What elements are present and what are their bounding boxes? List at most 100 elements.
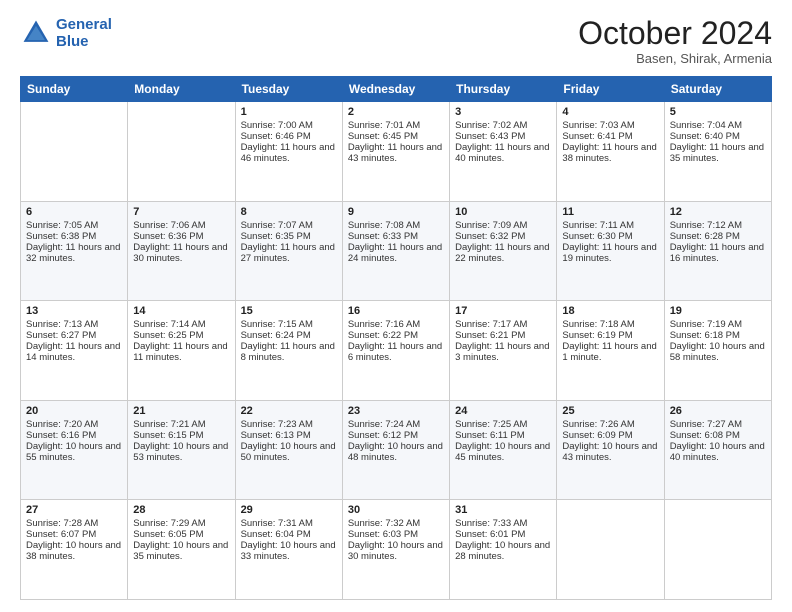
daylight-text: Daylight: 11 hours and 32 minutes. (26, 242, 122, 264)
calendar-week-row: 20 Sunrise: 7:20 AM Sunset: 6:16 PM Dayl… (21, 400, 772, 500)
daylight-text: Daylight: 11 hours and 11 minutes. (133, 341, 229, 363)
sunset-text: Sunset: 6:04 PM (241, 529, 337, 540)
daylight-text: Daylight: 11 hours and 40 minutes. (455, 142, 551, 164)
day-number: 12 (670, 206, 766, 218)
daylight-text: Daylight: 11 hours and 22 minutes. (455, 242, 551, 264)
calendar-cell: 10 Sunrise: 7:09 AM Sunset: 6:32 PM Dayl… (450, 201, 557, 301)
day-number: 7 (133, 206, 229, 218)
sunrise-text: Sunrise: 7:28 AM (26, 518, 122, 529)
calendar-cell: 2 Sunrise: 7:01 AM Sunset: 6:45 PM Dayli… (342, 102, 449, 202)
title-block: October 2024 Basen, Shirak, Armenia (578, 16, 772, 66)
calendar-cell: 30 Sunrise: 7:32 AM Sunset: 6:03 PM Dayl… (342, 500, 449, 600)
day-number: 16 (348, 305, 444, 317)
calendar-cell: 13 Sunrise: 7:13 AM Sunset: 6:27 PM Dayl… (21, 301, 128, 401)
calendar-cell: 18 Sunrise: 7:18 AM Sunset: 6:19 PM Dayl… (557, 301, 664, 401)
calendar-table: SundayMondayTuesdayWednesdayThursdayFrid… (20, 76, 772, 600)
day-number: 2 (348, 106, 444, 118)
sunrise-text: Sunrise: 7:14 AM (133, 319, 229, 330)
day-number: 24 (455, 405, 551, 417)
sunrise-text: Sunrise: 7:27 AM (670, 419, 766, 430)
day-number: 27 (26, 504, 122, 516)
daylight-text: Daylight: 11 hours and 38 minutes. (562, 142, 658, 164)
day-number: 19 (670, 305, 766, 317)
day-number: 10 (455, 206, 551, 218)
header: General Blue October 2024 Basen, Shirak,… (20, 16, 772, 66)
calendar-cell: 20 Sunrise: 7:20 AM Sunset: 6:16 PM Dayl… (21, 400, 128, 500)
day-number: 8 (241, 206, 337, 218)
day-number: 17 (455, 305, 551, 317)
calendar-cell: 25 Sunrise: 7:26 AM Sunset: 6:09 PM Dayl… (557, 400, 664, 500)
calendar-cell: 9 Sunrise: 7:08 AM Sunset: 6:33 PM Dayli… (342, 201, 449, 301)
calendar-cell: 27 Sunrise: 7:28 AM Sunset: 6:07 PM Dayl… (21, 500, 128, 600)
logo-icon (20, 17, 52, 49)
calendar-cell: 16 Sunrise: 7:16 AM Sunset: 6:22 PM Dayl… (342, 301, 449, 401)
weekday-header-row: SundayMondayTuesdayWednesdayThursdayFrid… (21, 77, 772, 102)
day-number: 5 (670, 106, 766, 118)
sunrise-text: Sunrise: 7:07 AM (241, 220, 337, 231)
calendar-cell: 7 Sunrise: 7:06 AM Sunset: 6:36 PM Dayli… (128, 201, 235, 301)
calendar-cell (557, 500, 664, 600)
day-number: 1 (241, 106, 337, 118)
sunrise-text: Sunrise: 7:21 AM (133, 419, 229, 430)
sunrise-text: Sunrise: 7:23 AM (241, 419, 337, 430)
sunset-text: Sunset: 6:36 PM (133, 231, 229, 242)
daylight-text: Daylight: 10 hours and 58 minutes. (670, 341, 766, 363)
daylight-text: Daylight: 11 hours and 8 minutes. (241, 341, 337, 363)
calendar-cell: 1 Sunrise: 7:00 AM Sunset: 6:46 PM Dayli… (235, 102, 342, 202)
calendar-cell: 6 Sunrise: 7:05 AM Sunset: 6:38 PM Dayli… (21, 201, 128, 301)
calendar-cell: 21 Sunrise: 7:21 AM Sunset: 6:15 PM Dayl… (128, 400, 235, 500)
sunset-text: Sunset: 6:33 PM (348, 231, 444, 242)
sunrise-text: Sunrise: 7:18 AM (562, 319, 658, 330)
sunset-text: Sunset: 6:16 PM (26, 430, 122, 441)
day-number: 3 (455, 106, 551, 118)
sunset-text: Sunset: 6:38 PM (26, 231, 122, 242)
sunrise-text: Sunrise: 7:02 AM (455, 120, 551, 131)
sunset-text: Sunset: 6:40 PM (670, 131, 766, 142)
sunrise-text: Sunrise: 7:17 AM (455, 319, 551, 330)
day-number: 6 (26, 206, 122, 218)
calendar-cell: 12 Sunrise: 7:12 AM Sunset: 6:28 PM Dayl… (664, 201, 771, 301)
calendar-cell: 15 Sunrise: 7:15 AM Sunset: 6:24 PM Dayl… (235, 301, 342, 401)
sunrise-text: Sunrise: 7:06 AM (133, 220, 229, 231)
sunset-text: Sunset: 6:25 PM (133, 330, 229, 341)
sunset-text: Sunset: 6:07 PM (26, 529, 122, 540)
weekday-header: Thursday (450, 77, 557, 102)
daylight-text: Daylight: 11 hours and 43 minutes. (348, 142, 444, 164)
calendar-week-row: 6 Sunrise: 7:05 AM Sunset: 6:38 PM Dayli… (21, 201, 772, 301)
daylight-text: Daylight: 10 hours and 35 minutes. (133, 540, 229, 562)
day-number: 23 (348, 405, 444, 417)
sunrise-text: Sunrise: 7:24 AM (348, 419, 444, 430)
sunset-text: Sunset: 6:21 PM (455, 330, 551, 341)
sunrise-text: Sunrise: 7:33 AM (455, 518, 551, 529)
calendar-cell: 5 Sunrise: 7:04 AM Sunset: 6:40 PM Dayli… (664, 102, 771, 202)
daylight-text: Daylight: 11 hours and 1 minute. (562, 341, 658, 363)
sunrise-text: Sunrise: 7:32 AM (348, 518, 444, 529)
calendar-cell (664, 500, 771, 600)
sunrise-text: Sunrise: 7:00 AM (241, 120, 337, 131)
daylight-text: Daylight: 11 hours and 6 minutes. (348, 341, 444, 363)
sunset-text: Sunset: 6:12 PM (348, 430, 444, 441)
day-number: 18 (562, 305, 658, 317)
weekday-header: Sunday (21, 77, 128, 102)
sunrise-text: Sunrise: 7:01 AM (348, 120, 444, 131)
daylight-text: Daylight: 10 hours and 40 minutes. (670, 441, 766, 463)
day-number: 31 (455, 504, 551, 516)
daylight-text: Daylight: 11 hours and 19 minutes. (562, 242, 658, 264)
sunset-text: Sunset: 6:32 PM (455, 231, 551, 242)
calendar-cell: 26 Sunrise: 7:27 AM Sunset: 6:08 PM Dayl… (664, 400, 771, 500)
sunset-text: Sunset: 6:01 PM (455, 529, 551, 540)
day-number: 15 (241, 305, 337, 317)
sunset-text: Sunset: 6:46 PM (241, 131, 337, 142)
calendar-cell (128, 102, 235, 202)
sunset-text: Sunset: 6:11 PM (455, 430, 551, 441)
sunrise-text: Sunrise: 7:05 AM (26, 220, 122, 231)
sunset-text: Sunset: 6:19 PM (562, 330, 658, 341)
sunset-text: Sunset: 6:13 PM (241, 430, 337, 441)
sunrise-text: Sunrise: 7:03 AM (562, 120, 658, 131)
day-number: 20 (26, 405, 122, 417)
daylight-text: Daylight: 11 hours and 24 minutes. (348, 242, 444, 264)
daylight-text: Daylight: 10 hours and 48 minutes. (348, 441, 444, 463)
sunset-text: Sunset: 6:08 PM (670, 430, 766, 441)
sunset-text: Sunset: 6:35 PM (241, 231, 337, 242)
sunset-text: Sunset: 6:43 PM (455, 131, 551, 142)
